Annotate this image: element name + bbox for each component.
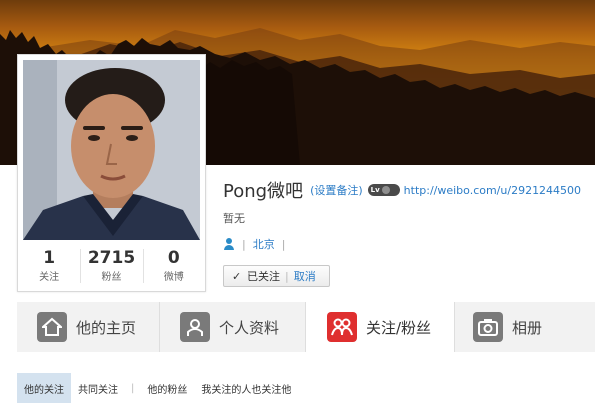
subtab-mutual-following[interactable]: 共同关注 [71,373,125,403]
follow-status-button: ✓ 已关注 | 取消 [223,265,330,287]
avatar-portrait [23,60,200,240]
profile-name-line: Pong微吧 (设置备注) Lv http://weibo.com/u/2921… [223,178,581,202]
avatar[interactable] [23,60,200,240]
profile-bio: 暂无 [223,212,245,225]
tab-album[interactable]: 相册 [455,302,595,352]
profile-tabs: 他的主页 个人资料 关注/粉丝 相册 [17,302,595,352]
tab-home-label: 他的主页 [76,318,137,337]
follow-fans-icon [327,312,357,342]
check-icon: ✓ [232,269,242,283]
separator: | [242,237,246,251]
home-icon [37,312,67,342]
subtab-his-following[interactable]: 他的关注 [17,373,71,403]
stat-fans[interactable]: 2715 粉丝 [80,243,142,291]
stat-weibo[interactable]: 0 微博 [142,243,205,291]
set-remark-link[interactable]: (设置备注) [310,182,363,198]
tab-follow-fans-label: 关注/粉丝 [366,318,432,337]
tab-home[interactable]: 他的主页 [17,302,160,352]
stat-weibo-count: 0 [167,248,180,268]
separator: | [285,269,289,283]
level-badge-label: Lv [370,186,380,194]
subtab-his-fans[interactable]: 他的粉丝 [140,373,194,403]
stat-fans-label: 粉丝 [101,272,122,283]
stat-following-count: 1 [43,248,56,268]
stats-bar: 1 关注 2715 粉丝 0 微博 [18,243,205,291]
stat-fans-count: 2715 [87,248,136,268]
profile-name: Pong微吧 [223,181,304,202]
level-dot-icon [381,186,390,194]
separator: | [281,237,286,251]
camera-icon [473,312,503,342]
stat-following[interactable]: 1 关注 [18,243,80,291]
profile-icon [180,312,210,342]
tab-profile[interactable]: 个人资料 [160,302,306,352]
stat-following-label: 关注 [39,272,60,283]
followed-label: 已关注 [247,270,280,283]
tab-profile-label: 个人资料 [219,318,280,337]
separator: | [131,382,135,394]
follow-subtabs: 他的关注 共同关注 | 他的粉丝 我关注的人也关注他 [17,373,298,403]
person-icon [223,238,235,250]
tab-follow-fans[interactable]: 关注/粉丝 [306,302,455,352]
subtab-i-follow-who-follow-him[interactable]: 我关注的人也关注他 [194,373,298,403]
tab-album-label: 相册 [512,318,543,337]
stat-weibo-label: 微博 [163,272,184,283]
avatar-card: 1 关注 2715 粉丝 0 微博 [17,54,206,292]
location-line: | 北京 | [223,236,292,252]
location-link[interactable]: 北京 [253,236,275,252]
unfollow-link[interactable]: 取消 [294,268,316,284]
profile-url-link[interactable]: http://weibo.com/u/2921244500 [404,184,581,197]
level-badge[interactable]: Lv [367,184,400,196]
